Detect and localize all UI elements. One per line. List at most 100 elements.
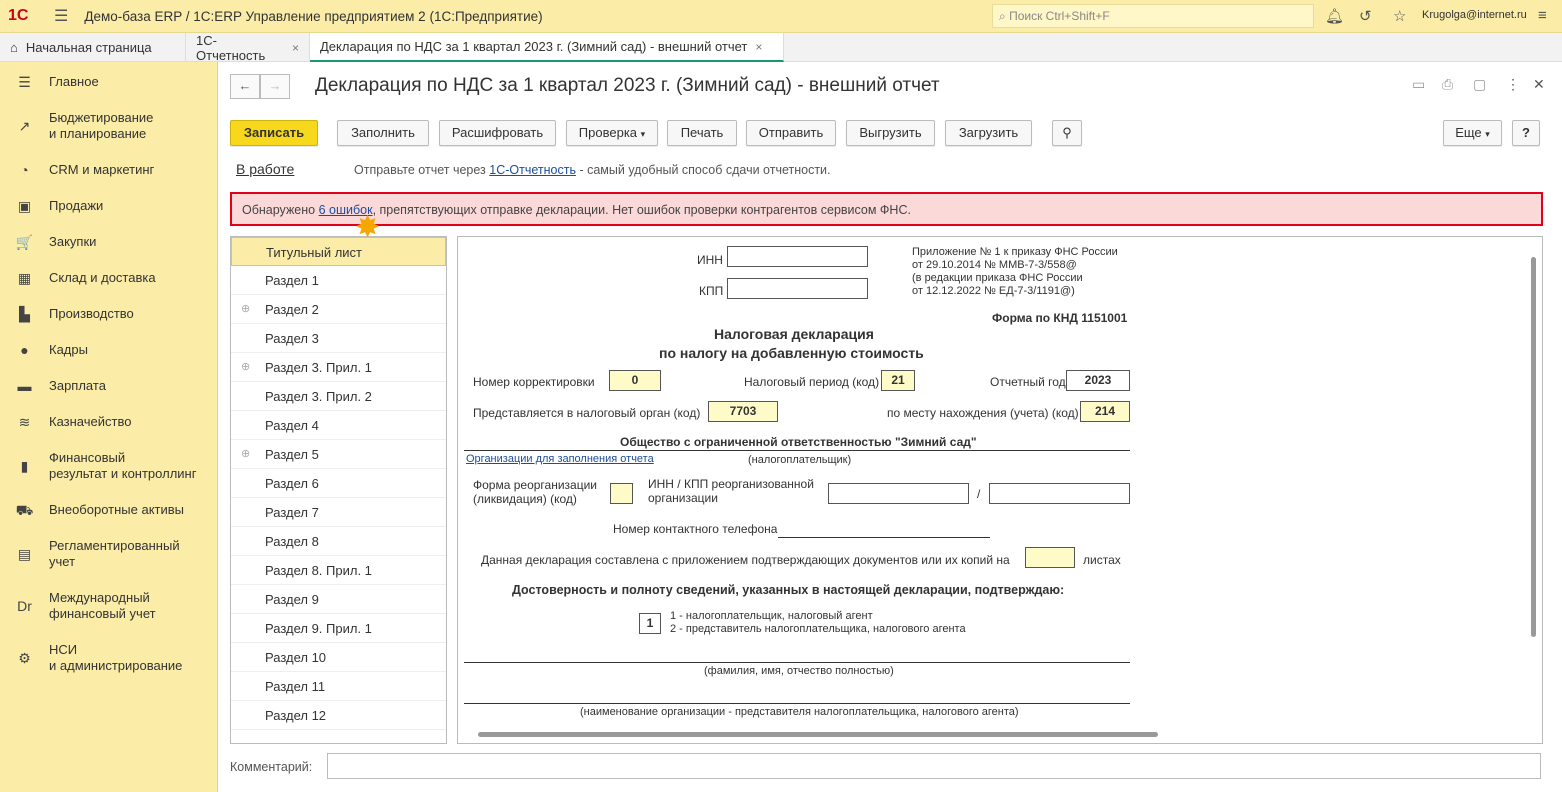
- star-icon[interactable]: ☆: [1393, 7, 1406, 25]
- sidebar-item[interactable]: ☰ Главное: [0, 74, 218, 90]
- expand-icon[interactable]: ⊕: [241, 353, 250, 382]
- import-button[interactable]: Загрузить: [945, 120, 1032, 146]
- fill-button[interactable]: Заполнить: [337, 120, 429, 146]
- period-label: Налоговый период (код): [744, 375, 880, 389]
- close-icon[interactable]: ✕: [1533, 76, 1545, 93]
- place-field[interactable]: 214: [1080, 401, 1130, 422]
- tax-organ-field[interactable]: 7703: [708, 401, 778, 422]
- taxpayer-caption: (налогоплательщик): [748, 454, 852, 466]
- sidebar-item[interactable]: ⚙ НСИ и администрирование: [0, 642, 218, 674]
- reorg-field[interactable]: [610, 483, 633, 504]
- section-list-item[interactable]: Раздел 1: [231, 266, 446, 295]
- section-list-item[interactable]: Раздел 11: [231, 672, 446, 701]
- close-icon[interactable]: ×: [292, 41, 299, 55]
- section-list-item[interactable]: Раздел 8. Прил. 1: [231, 556, 446, 585]
- section-list-item[interactable]: Раздел 12: [231, 701, 446, 730]
- sidebar-item-label: Главное: [49, 74, 99, 89]
- sidebar-item[interactable]: ↗ Бюджетирование и планирование: [0, 110, 218, 142]
- send-button[interactable]: Отправить: [746, 120, 836, 146]
- appendix-text: от 12.12.2022 № ЕД-7-3/1191@): [912, 285, 1075, 297]
- section-list-item[interactable]: ⊕ Раздел 2: [231, 295, 446, 324]
- save-button[interactable]: Записать: [230, 120, 318, 146]
- section-icon: ▣: [17, 198, 32, 214]
- expand-icon[interactable]: ⊕: [241, 295, 250, 324]
- sidebar-item[interactable]: ▣ Продажи: [0, 198, 218, 214]
- sidebar-item[interactable]: ▙ Производство: [0, 306, 218, 322]
- decode-button[interactable]: Расшифровать: [439, 120, 556, 146]
- reorg-inn-label: организации: [648, 491, 718, 505]
- sidebar-item[interactable]: ▮ Финансовый результат и контроллинг: [0, 450, 218, 482]
- pages-suffix: листах: [1083, 553, 1121, 567]
- tab-declaration[interactable]: Декларация по НДС за 1 квартал 2023 г. (…: [310, 33, 784, 62]
- reorg-kpp-field[interactable]: [989, 483, 1130, 504]
- section-list-item[interactable]: Раздел 8: [231, 527, 446, 556]
- more-button[interactable]: Еще ▾: [1443, 120, 1502, 146]
- section-label: Раздел 11: [265, 679, 326, 694]
- close-icon[interactable]: ×: [755, 40, 762, 54]
- signer-option: 2 - представитель налогоплательщика, нал…: [670, 623, 966, 635]
- period-field[interactable]: 21: [881, 370, 915, 391]
- year-field[interactable]: 2023: [1066, 370, 1130, 391]
- inn-field[interactable]: [727, 246, 868, 267]
- sidebar-item[interactable]: 🛒 Закупки: [0, 234, 218, 250]
- sidebar-item[interactable]: Dr Международный финансовый учет: [0, 590, 218, 622]
- section-list-item[interactable]: Титульный лист: [231, 237, 446, 266]
- section-list-item[interactable]: ⊕ Раздел 3. Прил. 1: [231, 353, 446, 382]
- sidebar-item[interactable]: ◔ CRM и маркетинг: [0, 162, 218, 178]
- sidebar-item[interactable]: ▤ Регламентированный учет: [0, 538, 218, 570]
- vertical-scrollbar[interactable]: [1531, 257, 1536, 637]
- search-input[interactable]: ⌕ Поиск Ctrl+Shift+F: [992, 4, 1314, 28]
- status-link[interactable]: В работе: [236, 161, 294, 177]
- section-list-item[interactable]: Раздел 4: [231, 411, 446, 440]
- kpp-field[interactable]: [727, 278, 868, 299]
- reorg-inn-label: ИНН / КПП реорганизованной: [648, 477, 814, 491]
- section-list-item[interactable]: Раздел 10: [231, 643, 446, 672]
- sidebar-item[interactable]: ▬ Зарплата: [0, 378, 218, 394]
- menu-icon[interactable]: ☰: [54, 6, 68, 26]
- tab-label: Начальная страница: [25, 40, 152, 55]
- attach-button[interactable]: ⚲: [1052, 120, 1082, 146]
- more-icon[interactable]: ⋮: [1506, 76, 1520, 93]
- sidebar-item[interactable]: ▦ Склад и доставка: [0, 270, 218, 286]
- check-dropdown-button[interactable]: Проверка ▾: [566, 120, 658, 146]
- sidebar-item-label: Внеоборотные активы: [49, 502, 185, 517]
- section-icon: ▦: [17, 270, 32, 286]
- back-button[interactable]: ←: [230, 74, 260, 99]
- bell-icon[interactable]: 🔔︎: [1325, 7, 1344, 25]
- 1c-reporting-link[interactable]: 1С-Отчетность: [489, 163, 576, 177]
- sidebar-item[interactable]: ⛟ Внеоборотные активы: [0, 502, 218, 518]
- history-icon[interactable]: ↺: [1359, 7, 1372, 25]
- section-list-item[interactable]: ⊕ Раздел 5: [231, 440, 446, 469]
- section-list-item[interactable]: Раздел 9: [231, 585, 446, 614]
- section-list-item[interactable]: Раздел 3: [231, 324, 446, 353]
- correction-field[interactable]: 0: [609, 370, 661, 391]
- signer-field[interactable]: 1: [639, 613, 661, 634]
- sidebar-item[interactable]: ● Кадры: [0, 342, 218, 358]
- correction-label: Номер корректировки: [473, 375, 595, 389]
- print-button[interactable]: Печать: [667, 120, 737, 146]
- section-list-item[interactable]: Раздел 7: [231, 498, 446, 527]
- tab-home[interactable]: ⌂ Начальная страница: [0, 33, 186, 62]
- reorg-inn-field[interactable]: [828, 483, 969, 504]
- pages-field[interactable]: [1025, 547, 1075, 568]
- help-button[interactable]: ?: [1512, 120, 1540, 146]
- tab-1c-reporting[interactable]: 1С-Отчетность ×: [186, 33, 310, 63]
- section-list-item[interactable]: Раздел 6: [231, 469, 446, 498]
- section-icon: Dr: [17, 598, 32, 614]
- section-list-item[interactable]: Раздел 9. Прил. 1: [231, 614, 446, 643]
- user-name[interactable]: Krugolga@internet.ru: [1422, 9, 1527, 21]
- expand-icon[interactable]: ⊕: [241, 440, 250, 469]
- comment-input[interactable]: [327, 753, 1541, 779]
- section-list-item[interactable]: Раздел 3. Прил. 2: [231, 382, 446, 411]
- section-icon: ◔: [20, 162, 29, 178]
- save-icon[interactable]: ▭: [1412, 76, 1425, 93]
- export-button[interactable]: Выгрузить: [846, 120, 935, 146]
- forward-button[interactable]: →: [260, 74, 290, 99]
- horizontal-scrollbar[interactable]: [478, 732, 1158, 737]
- error-text: , препятствующих отправке декларации. Не…: [372, 203, 911, 217]
- organizations-link[interactable]: Организации для заполнения отчета: [466, 453, 654, 465]
- print-icon[interactable]: ⎙: [1442, 76, 1453, 93]
- preview-icon[interactable]: ▢: [1473, 76, 1486, 93]
- sidebar-item[interactable]: ≋ Казначейство: [0, 414, 218, 430]
- settings-menu-icon[interactable]: ≡: [1538, 7, 1547, 24]
